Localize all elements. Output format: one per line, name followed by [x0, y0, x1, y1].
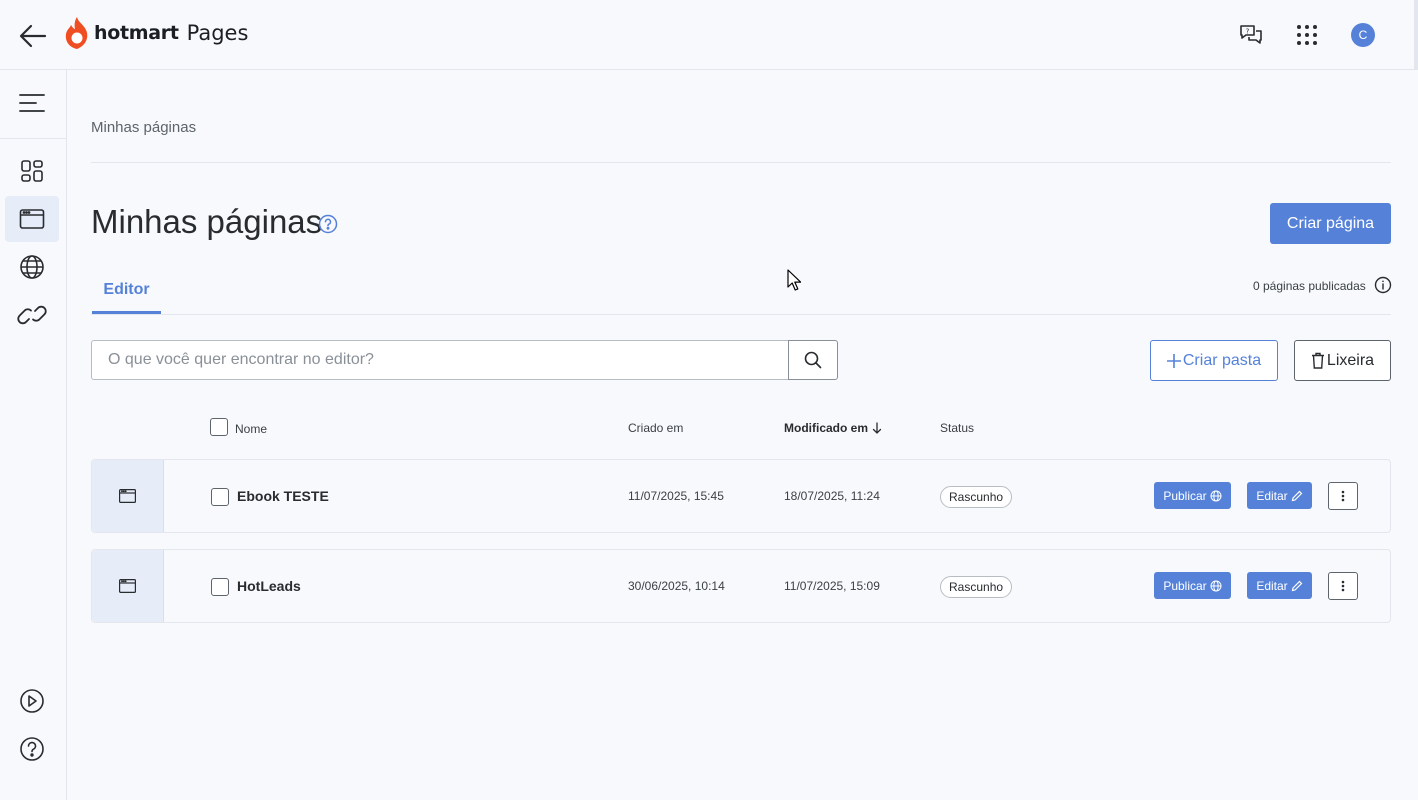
- info-icon[interactable]: [1374, 276, 1392, 294]
- page-icon: [119, 489, 136, 503]
- page-name[interactable]: HotLeads: [237, 578, 301, 594]
- user-avatar[interactable]: C: [1351, 23, 1375, 47]
- column-header-status[interactable]: Status: [940, 421, 974, 435]
- row-checkbox[interactable]: [211, 488, 229, 506]
- edit-button[interactable]: Editar: [1247, 572, 1312, 599]
- select-all-checkbox[interactable]: [210, 418, 228, 436]
- globe-icon: [1210, 490, 1222, 501]
- mouse-cursor-icon: [787, 269, 801, 291]
- search-input[interactable]: [91, 340, 789, 380]
- modified-date: 11/07/2025, 15:09: [784, 579, 880, 593]
- support-chat-icon[interactable]: ?: [1238, 22, 1264, 48]
- page-thumbnail[interactable]: [92, 550, 164, 622]
- sidebar-divider: [0, 138, 66, 139]
- globe-icon: [20, 255, 44, 279]
- sidebar-item-dashboard[interactable]: [5, 148, 59, 194]
- page-title: Minhas páginas: [91, 203, 323, 240]
- sidebar-item-help[interactable]: [5, 726, 59, 772]
- play-circle-icon: [20, 689, 44, 713]
- publish-button[interactable]: Publicar: [1154, 572, 1231, 599]
- hotmart-logo[interactable]: hotmart Pages: [64, 16, 248, 50]
- trash-label: Lixeira: [1326, 351, 1375, 369]
- help-circle-icon: [20, 737, 44, 761]
- tab-editor[interactable]: Editor: [92, 270, 161, 314]
- pencil-icon: [1291, 580, 1303, 591]
- published-count: 0 páginas publicadas: [1253, 279, 1366, 293]
- more-vertical-icon: [1341, 490, 1345, 502]
- product-name: Pages: [186, 21, 249, 45]
- status-badge: Rascunho: [940, 486, 1013, 508]
- link-icon: [17, 305, 47, 325]
- publish-button[interactable]: Publicar: [1154, 482, 1231, 509]
- back-arrow-icon[interactable]: [18, 22, 48, 50]
- trash-button[interactable]: Lixeira: [1294, 340, 1391, 381]
- status-badge: Rascunho: [940, 576, 1013, 598]
- edit-label: Editar: [1256, 578, 1288, 593]
- more-options-button[interactable]: [1328, 482, 1358, 510]
- pencil-icon: [1291, 490, 1303, 501]
- more-vertical-icon: [1341, 580, 1345, 592]
- breadcrumb[interactable]: Minhas páginas: [91, 119, 196, 136]
- page-icon: [19, 209, 45, 229]
- sidebar-item-domains[interactable]: [5, 244, 59, 290]
- tabs-divider: [91, 314, 1391, 315]
- globe-icon: [1210, 580, 1222, 591]
- sort-down-icon: [872, 422, 882, 434]
- table-row[interactable]: Ebook TESTE 11/07/2025, 15:45 18/07/2025…: [91, 459, 1391, 533]
- sidebar-item-pages[interactable]: [5, 196, 59, 242]
- page-name[interactable]: Ebook TESTE: [237, 488, 329, 504]
- more-options-button[interactable]: [1328, 572, 1358, 600]
- help-icon[interactable]: [318, 214, 338, 234]
- trash-icon: [1311, 352, 1324, 369]
- column-header-modified-label: Modificado em: [784, 421, 869, 435]
- sidebar-item-tutorials[interactable]: [5, 678, 59, 724]
- plus-icon: [1166, 353, 1181, 368]
- page-icon: [119, 579, 136, 593]
- edit-button[interactable]: Editar: [1247, 482, 1312, 509]
- scrollbar[interactable]: [1414, 0, 1418, 70]
- search-icon: [804, 351, 822, 369]
- edit-label: Editar: [1256, 488, 1288, 503]
- breadcrumb-divider: [91, 162, 1391, 163]
- sidebar: [0, 70, 67, 800]
- publish-label: Publicar: [1163, 578, 1207, 593]
- search-button[interactable]: [788, 340, 838, 380]
- created-date: 11/07/2025, 15:45: [628, 489, 724, 503]
- dashboard-icon: [21, 160, 43, 182]
- menu-collapse-icon[interactable]: [17, 92, 47, 114]
- publish-label: Publicar: [1163, 488, 1207, 503]
- create-folder-button[interactable]: Criar pasta: [1150, 340, 1278, 381]
- brand-name: hotmart: [94, 22, 179, 44]
- column-header-name[interactable]: Nome: [235, 422, 267, 436]
- table-row[interactable]: HotLeads 30/06/2025, 10:14 11/07/2025, 1…: [91, 549, 1391, 623]
- create-page-button[interactable]: Criar página: [1270, 203, 1391, 244]
- top-bar: hotmart Pages ? C: [0, 0, 1418, 70]
- modified-date: 18/07/2025, 11:24: [784, 489, 880, 503]
- row-checkbox[interactable]: [211, 578, 229, 596]
- page-thumbnail[interactable]: [92, 460, 164, 532]
- created-date: 30/06/2025, 10:14: [628, 579, 725, 593]
- hotmart-flame-icon: [65, 17, 88, 49]
- column-header-modified[interactable]: Modificado em: [784, 421, 882, 435]
- sidebar-item-links[interactable]: [5, 292, 59, 338]
- column-header-created[interactable]: Criado em: [628, 421, 683, 435]
- svg-text:?: ?: [1246, 28, 1250, 36]
- apps-grid-icon[interactable]: [1294, 22, 1320, 48]
- create-folder-label: Criar pasta: [1182, 351, 1262, 369]
